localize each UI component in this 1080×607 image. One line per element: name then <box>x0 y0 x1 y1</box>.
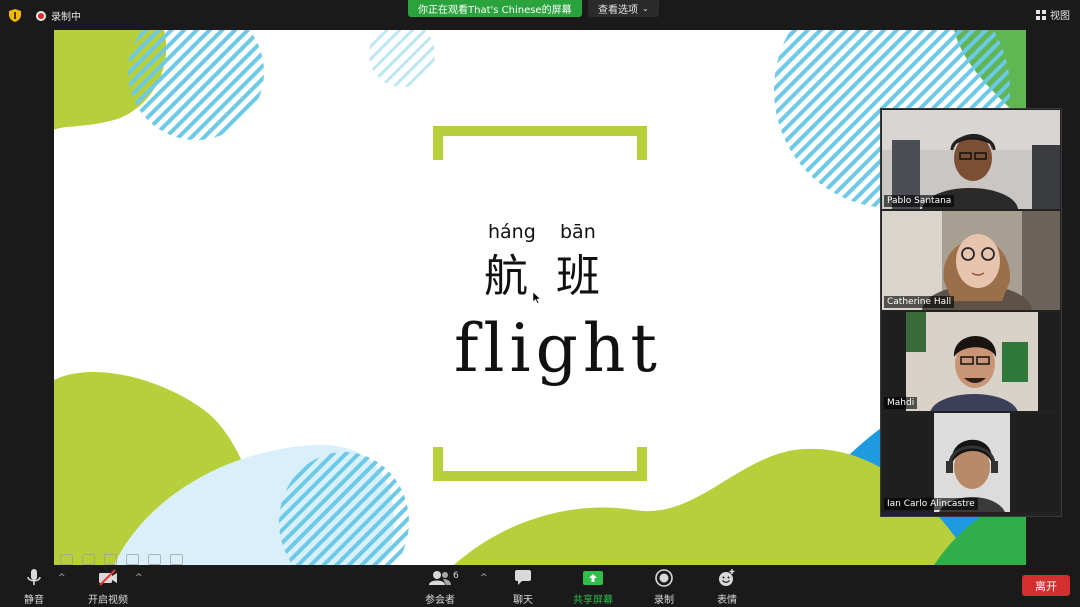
share-screen-icon <box>583 571 603 585</box>
reactions-label: 表情 <box>717 595 737 606</box>
participant-name: Ian Carlo Alincastre <box>884 498 978 510</box>
chevron-down-icon: ⌄ <box>642 4 649 13</box>
chat-button[interactable]: 聊天 <box>513 569 533 606</box>
meeting-toolbar: 静音 ^ 开启视频 ^ 参会者 6 ^ 聊天 共享屏幕 录制 表情 离开 <box>0 565 1080 607</box>
share-screen-label: 共享屏幕 <box>573 595 613 606</box>
top-bar: 录制中 你正在观看That's Chinese的屏幕 查看选项 ⌄ 视图 <box>0 0 1080 30</box>
chat-label: 聊天 <box>513 595 533 606</box>
view-label: 视图 <box>1050 11 1070 22</box>
participant-count: 6 <box>453 571 459 581</box>
zoom-meeting-window: 录制中 你正在观看That's Chinese的屏幕 查看选项 ⌄ 视图 hán… <box>0 0 1080 607</box>
view-button[interactable]: 视图 <box>1036 7 1070 22</box>
banner-text: 你正在观看That's Chinese的屏幕 <box>418 5 572 16</box>
participant-name: Pablo Santana <box>884 195 955 207</box>
participants-label: 参会者 <box>425 595 455 606</box>
text-icon[interactable] <box>82 554 95 565</box>
record-label: 录制 <box>654 595 674 606</box>
hanzi-hang: 航 <box>484 251 528 302</box>
stamp-icon[interactable] <box>104 554 117 565</box>
participant-name: Mahdi <box>884 397 918 409</box>
emoji-icon <box>719 569 735 586</box>
participant-tile[interactable]: Pablo Santana <box>882 110 1060 209</box>
bracket-bottom-frame <box>433 447 647 481</box>
participant-name: Catherine Hall <box>884 296 955 308</box>
participant-tile[interactable]: Ian Carlo Alincastre <box>882 413 1060 512</box>
grid-icon <box>1036 9 1046 20</box>
pencil-icon[interactable] <box>60 554 73 565</box>
audio-options-caret-icon[interactable]: ^ <box>58 573 66 583</box>
reactions-button[interactable]: 表情 <box>717 569 737 606</box>
record-dot-icon <box>36 10 46 21</box>
mute-label: 静音 <box>24 595 44 606</box>
pointer-icon[interactable] <box>148 554 161 565</box>
bracket-top-frame <box>433 126 647 160</box>
screen-share-banner: 你正在观看That's Chinese的屏幕 <box>408 0 582 17</box>
participants-button[interactable]: 参会者 <box>425 569 455 606</box>
participant-tile[interactable]: Catherine Hall <box>882 211 1060 310</box>
hanzi-ban: 班 <box>556 251 600 302</box>
participants-options-caret-icon[interactable]: ^ <box>480 573 488 583</box>
shield-icon[interactable] <box>9 9 21 22</box>
chat-icon <box>515 570 531 585</box>
leave-button[interactable]: 离开 <box>1022 575 1070 596</box>
view-options-button[interactable]: 查看选项 ⌄ <box>588 0 659 17</box>
video-options-caret-icon[interactable]: ^ <box>135 573 143 583</box>
start-video-label: 开启视频 <box>88 595 128 606</box>
participants-icon <box>429 571 451 585</box>
recording-label: 录制中 <box>51 12 81 23</box>
eraser-icon[interactable] <box>126 554 139 565</box>
participant-tile[interactable]: Mahdi <box>882 312 1060 411</box>
annotation-toolbar <box>60 554 183 565</box>
microphone-icon <box>27 569 41 585</box>
participant-gallery: Pablo Santana Catherine Hall Mahdi Ian C… <box>880 108 1062 517</box>
mouse-cursor-icon <box>533 292 541 304</box>
record-icon <box>655 569 673 587</box>
recording-indicator[interactable]: 录制中 <box>36 8 81 23</box>
save-icon[interactable] <box>170 554 183 565</box>
mute-button[interactable]: 静音 <box>24 569 44 606</box>
english-word: flight <box>454 310 662 387</box>
leave-label: 离开 <box>1035 579 1057 593</box>
share-screen-button[interactable]: 共享屏幕 <box>573 569 613 606</box>
start-video-button[interactable]: 开启视频 <box>88 569 128 606</box>
video-off-icon <box>99 569 117 586</box>
view-options-label: 查看选项 <box>598 5 638 16</box>
record-button[interactable]: 录制 <box>654 569 674 606</box>
